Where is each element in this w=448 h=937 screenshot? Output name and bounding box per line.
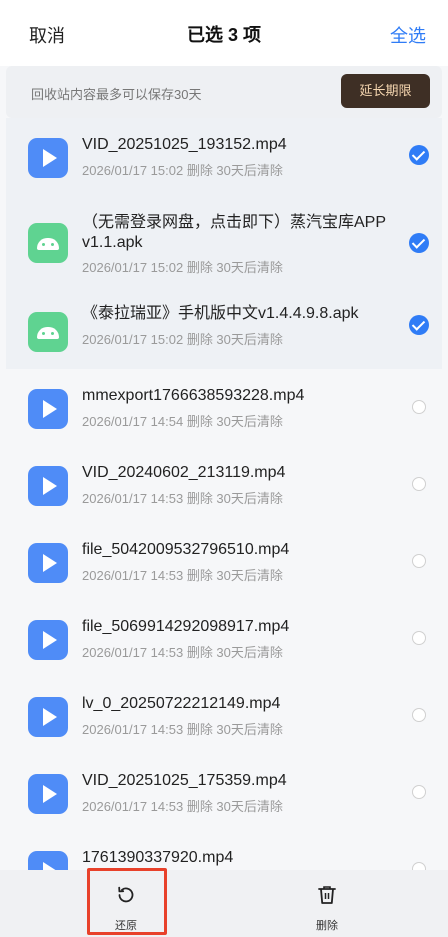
page-title: 已选 3 项 [186,25,261,45]
android-apk-icon [28,312,68,352]
select-all-button[interactable]: 全选 [390,22,426,48]
unchecked-radio[interactable] [412,785,426,799]
unchecked-radio[interactable] [412,708,426,722]
retention-notice-text: 回收站内容最多可以保存30天 [31,87,202,102]
file-row[interactable]: lv_0_20250722212149.mp4 2026/01/17 14:53… [6,677,442,754]
file-meta: 2026/01/17 14:53 删除 30天后清除 [82,568,283,583]
file-list: VID_20251025_193152.mp4 2026/01/17 15:02… [6,118,442,908]
file-name: 1761390337920.mp4 [82,849,234,866]
video-file-icon [28,697,68,737]
trash-icon [318,886,336,904]
file-row[interactable]: mmexport1766638593228.mp4 2026/01/17 14:… [6,369,442,446]
video-file-icon [28,389,68,429]
video-file-icon [28,620,68,660]
file-meta: 2026/01/17 14:54 删除 30天后清除 [82,414,283,429]
checked-icon[interactable] [409,233,429,253]
file-meta: 2026/01/17 14:53 删除 30天后清除 [82,799,283,814]
android-apk-icon [28,223,68,263]
video-file-icon [28,774,68,814]
retention-notice: 回收站内容最多可以保存30天 延长期限 [6,66,442,118]
file-name: VID_20251025_193152.mp4 [82,136,287,153]
file-row[interactable]: VID_20251025_193152.mp4 2026/01/17 15:02… [6,118,442,195]
unchecked-radio[interactable] [412,631,426,645]
unchecked-radio[interactable] [412,477,426,491]
file-name: file_5069914292098917.mp4 [82,618,290,635]
file-row[interactable]: VID_20240602_213119.mp4 2026/01/17 14:53… [6,446,442,523]
file-name: （无需登录网盘，点击即下）蒸汽宝库APPv1.1.apk [82,214,387,251]
restore-highlight-box [87,868,167,935]
file-meta: 2026/01/17 14:53 删除 30天后清除 [82,645,283,660]
unchecked-radio[interactable] [412,554,426,568]
unchecked-radio[interactable] [412,400,426,414]
file-row[interactable]: （无需登录网盘，点击即下）蒸汽宝库APPv1.1.apk 2026/01/17 … [6,195,442,291]
file-name: VID_20240602_213119.mp4 [82,464,286,481]
delete-button[interactable]: 删除 [267,870,387,937]
file-row[interactable]: VID_20251025_175359.mp4 2026/01/17 14:53… [6,754,442,831]
checked-icon[interactable] [409,145,429,165]
file-meta: 2026/01/17 15:02 删除 30天后清除 [82,163,283,178]
file-name: mmexport1766638593228.mp4 [82,387,305,404]
file-row[interactable]: 《泰拉瑞亚》手机版中文v1.4.4.9.8.apk 2026/01/17 15:… [6,291,442,369]
video-file-icon [28,543,68,583]
file-row[interactable]: file_5042009532796510.mp4 2026/01/17 14:… [6,523,442,600]
file-meta: 2026/01/17 14:53 删除 30天后清除 [82,491,283,506]
file-meta: 2026/01/17 14:53 删除 30天后清除 [82,722,283,737]
file-name: 《泰拉瑞亚》手机版中文v1.4.4.9.8.apk [82,305,359,322]
header: 取消 已选 3 项 全选 [0,0,448,66]
video-file-icon [28,466,68,506]
file-row[interactable]: file_5069914292098917.mp4 2026/01/17 14:… [6,600,442,677]
file-meta: 2026/01/17 15:02 删除 30天后清除 [82,260,283,275]
file-name: lv_0_20250722212149.mp4 [82,695,281,712]
extend-period-button[interactable]: 延长期限 [341,74,430,108]
video-file-icon [28,138,68,178]
bottom-toolbar: 还原 删除 [0,870,448,937]
delete-label: 删除 [316,920,338,932]
file-name: VID_20251025_175359.mp4 [82,772,287,789]
file-name: file_5042009532796510.mp4 [82,541,290,558]
file-meta: 2026/01/17 15:02 删除 30天后清除 [82,332,283,347]
checked-icon[interactable] [409,315,429,335]
